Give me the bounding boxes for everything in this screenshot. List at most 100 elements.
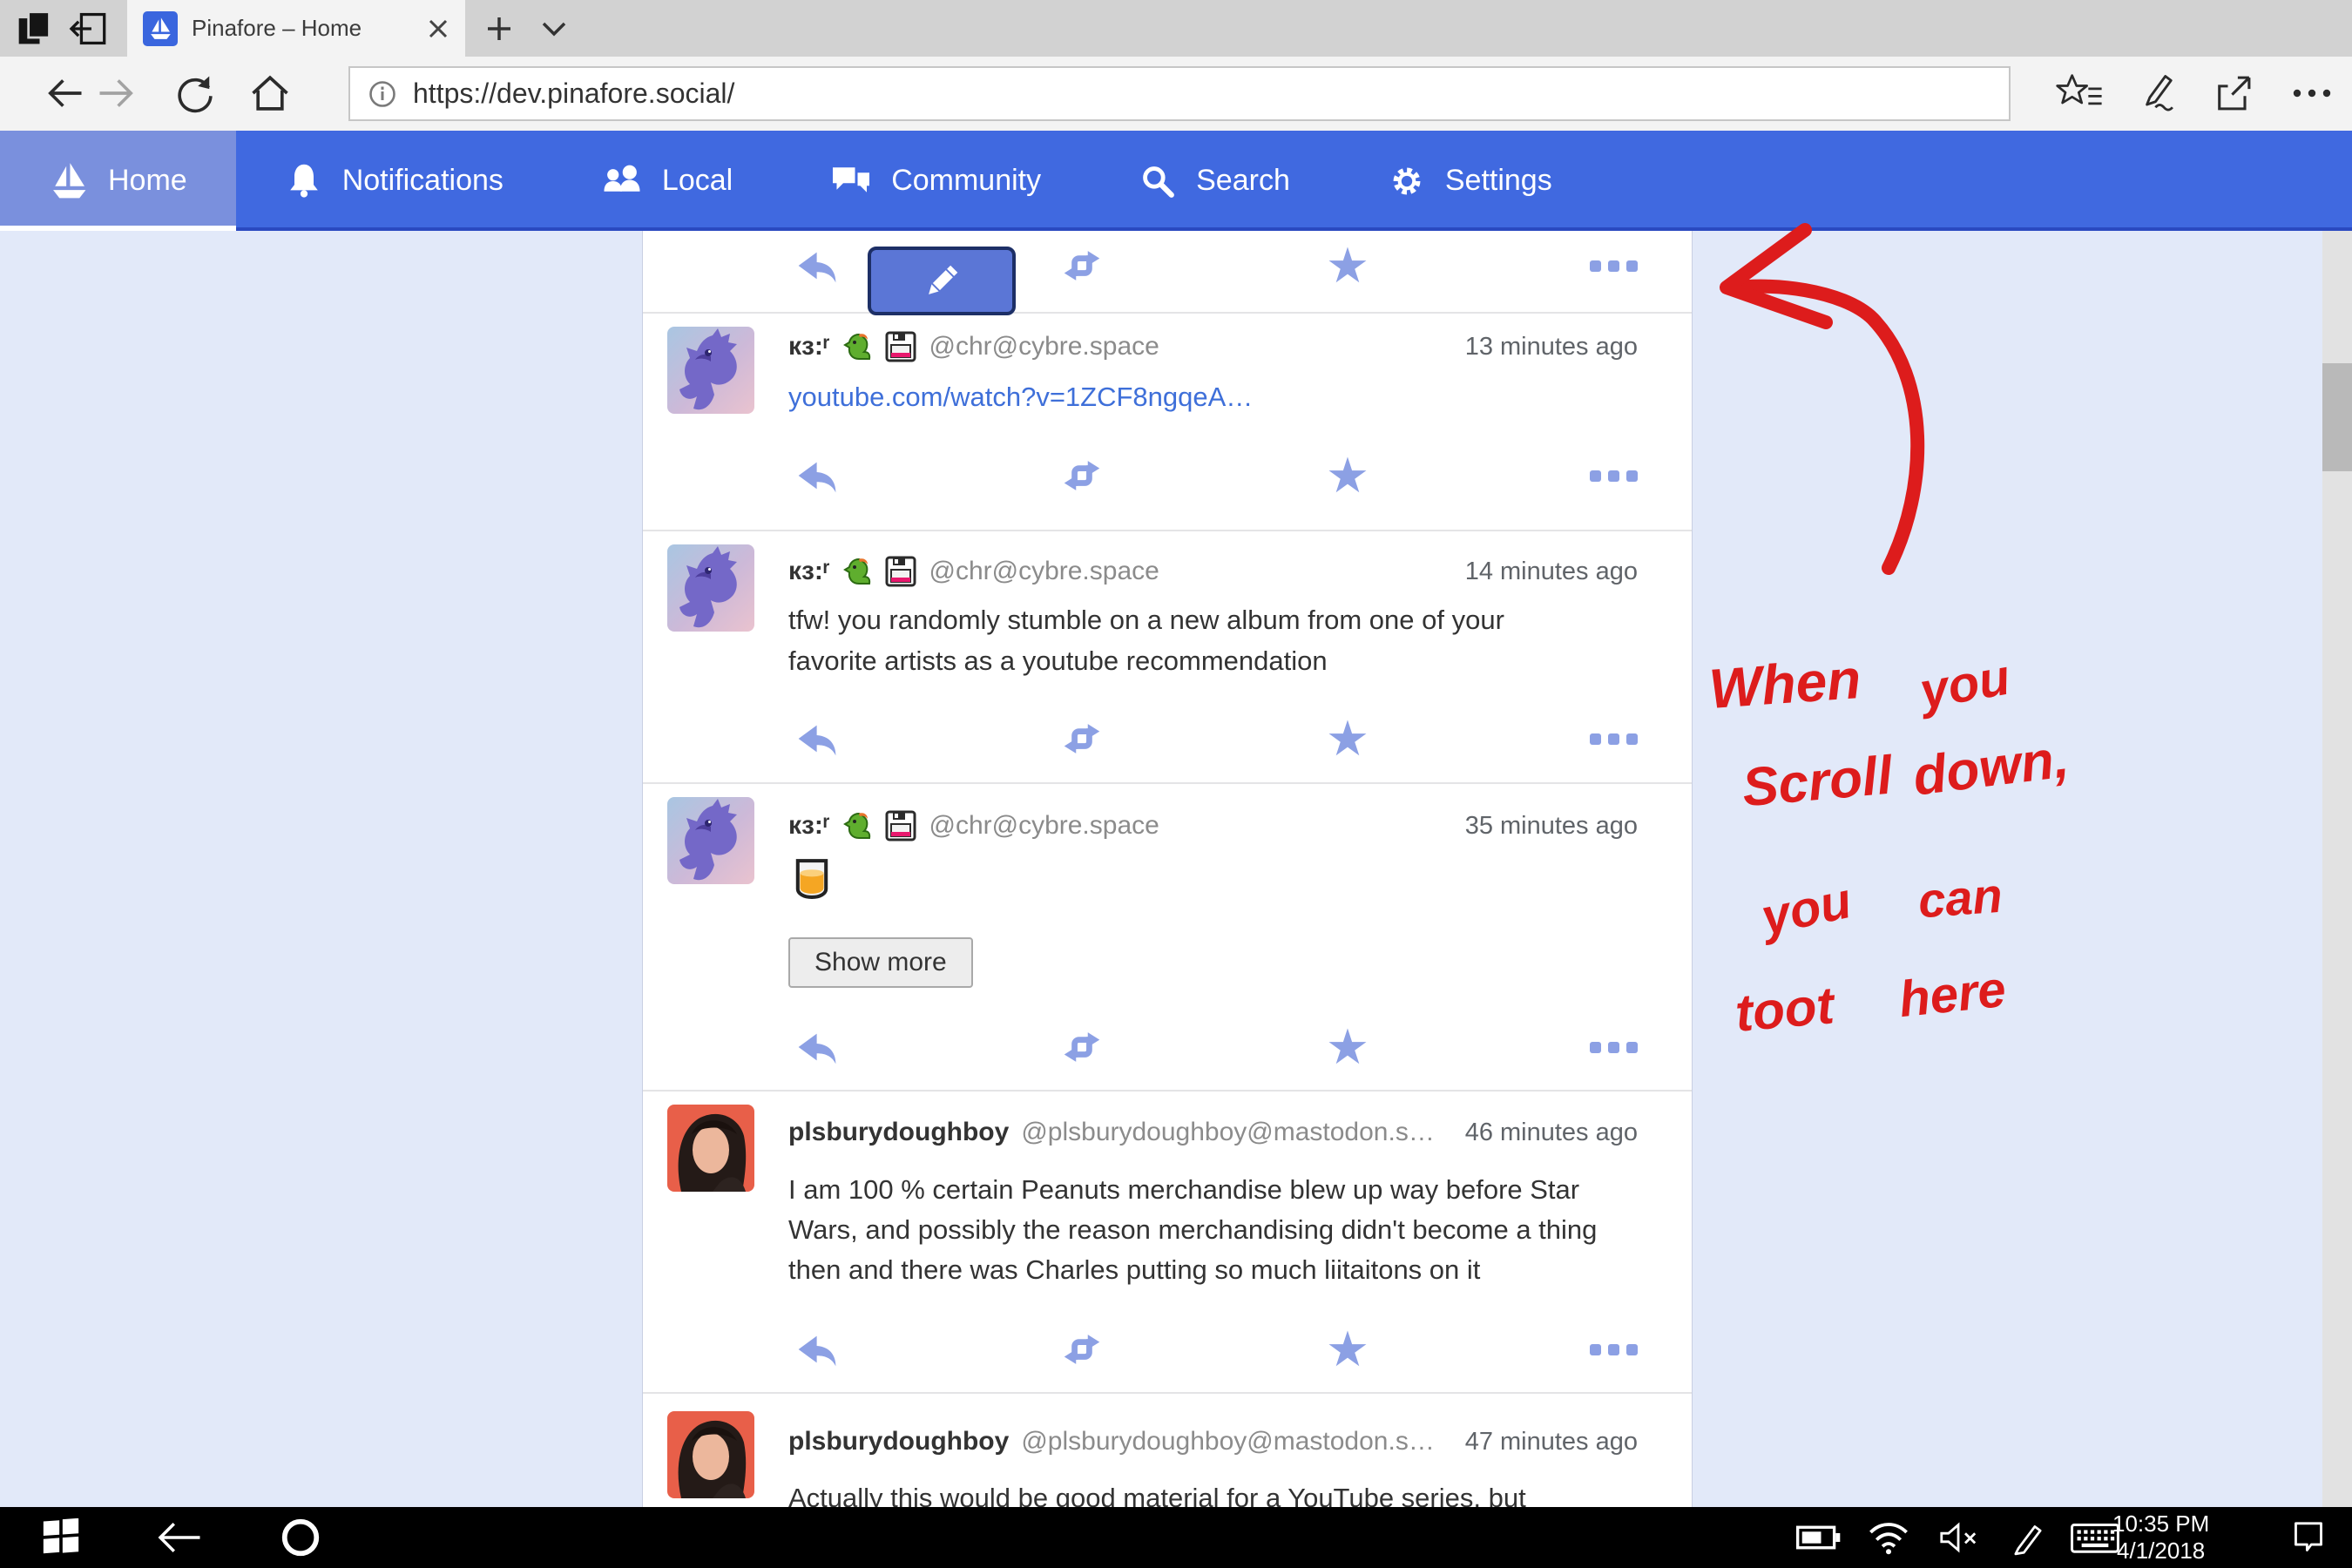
post[interactable]: plsburydoughboy @plsburydoughboy@mastodo… [643, 1092, 1692, 1394]
nav-item-settings[interactable]: Settings [1339, 131, 1601, 231]
post-time: 13 minutes ago [1465, 333, 1638, 362]
nav-label: Settings [1445, 164, 1552, 198]
tab-close-icon[interactable] [427, 17, 449, 40]
share-icon[interactable] [2207, 65, 2261, 121]
more-options-icon[interactable] [1586, 1323, 1640, 1375]
refresh-icon[interactable] [168, 65, 222, 121]
address-row: https://dev.pinafore.social/ [0, 57, 2352, 131]
scrollbar-thumb[interactable] [2322, 363, 2352, 471]
wifi-icon[interactable] [1860, 1507, 1917, 1568]
avatar[interactable] [667, 544, 754, 632]
post-header: кз:ʳ @chr@cybre.space 35 minutes ago [788, 810, 1638, 841]
post[interactable]: plsburydoughboy @plsburydoughboy@mastodo… [643, 1394, 1692, 1507]
reply-icon[interactable] [788, 449, 842, 502]
nav-item-search[interactable]: Search [1090, 131, 1339, 231]
display-name[interactable]: кз:ʳ [788, 811, 829, 841]
avatar[interactable] [667, 327, 754, 414]
favorite-icon[interactable]: ★ [1321, 449, 1375, 502]
floppy-disk-emoji [885, 810, 916, 841]
clock-time: 10:35 PM [2112, 1511, 2209, 1538]
boost-icon[interactable] [1055, 1323, 1109, 1375]
compose-toot-button[interactable] [868, 247, 1016, 315]
nav-item-community[interactable]: Community [781, 131, 1090, 231]
user-handle[interactable]: @chr@cybre.space [929, 557, 1159, 586]
post-body: youtube.com/watch?v=1ZCF8ngqeA… [788, 376, 1253, 417]
post-header: кз:ʳ @chr@cybre.space 14 minutes ago [788, 556, 1638, 587]
start-button[interactable] [26, 1507, 96, 1568]
back-icon[interactable] [37, 65, 91, 121]
boost-icon[interactable] [1055, 240, 1109, 292]
reply-icon[interactable] [788, 240, 842, 292]
display-name[interactable]: plsburydoughboy [788, 1427, 1009, 1456]
page-scrollbar[interactable] [2322, 231, 2352, 1507]
clock-date: 4/1/2018 [2117, 1538, 2205, 1565]
display-name[interactable]: кз:ʳ [788, 557, 829, 586]
cortana-icon[interactable] [261, 1507, 340, 1568]
settings-more-icon[interactable] [2285, 65, 2339, 121]
post[interactable]: кз:ʳ @chr@cybre.space 14 minutes ago tfw… [643, 531, 1692, 784]
forward-icon[interactable] [90, 65, 144, 121]
new-tab-icon[interactable] [475, 0, 524, 57]
pen-icon[interactable] [1999, 1507, 2057, 1568]
tab-preview-icon[interactable] [63, 0, 112, 57]
post-link[interactable]: youtube.com/watch?v=1ZCF8ngqeA… [788, 382, 1253, 412]
post[interactable]: кз:ʳ @chr@cybre.space 35 minutes ago Sho… [643, 784, 1692, 1092]
annotation-word: Scroll [1740, 745, 1895, 820]
boost-icon[interactable] [1055, 449, 1109, 502]
post-partial[interactable]: ★ [643, 231, 1692, 314]
nav-item-local[interactable]: Local [552, 131, 781, 231]
taskbar-clock[interactable]: 10:35 PM 4/1/2018 [2112, 1507, 2209, 1568]
content-warning-row [788, 854, 835, 901]
set-tabs-aside-icon[interactable] [10, 0, 59, 57]
reply-icon[interactable] [788, 713, 842, 765]
post-time: 14 minutes ago [1465, 558, 1638, 586]
more-options-icon[interactable] [1586, 240, 1640, 292]
user-handle[interactable]: @chr@cybre.space [929, 332, 1159, 362]
avatar[interactable] [667, 1411, 754, 1498]
post-header: plsburydoughboy @plsburydoughboy@mastodo… [788, 1427, 1638, 1456]
post-actions: ★ [788, 449, 1638, 502]
display-name[interactable]: plsburydoughboy [788, 1118, 1009, 1147]
address-bar[interactable]: https://dev.pinafore.social/ [348, 66, 2011, 121]
avatar[interactable] [667, 1105, 754, 1192]
pinafore-favicon-icon [143, 11, 178, 46]
more-options-icon[interactable] [1586, 713, 1640, 765]
home-icon[interactable] [243, 65, 297, 121]
site-info-icon[interactable] [368, 79, 397, 109]
volume-muted-icon[interactable] [1930, 1507, 1987, 1568]
favorite-icon[interactable]: ★ [1321, 713, 1375, 765]
favorite-icon[interactable]: ★ [1321, 1323, 1375, 1375]
screen: Pinafore – Home https://de [0, 0, 2352, 1568]
user-handle[interactable]: @plsburydoughboy@mastodon.s… [1021, 1118, 1435, 1147]
boost-icon[interactable] [1055, 713, 1109, 765]
battery-icon[interactable] [1790, 1507, 1848, 1568]
browser-tab[interactable]: Pinafore – Home [127, 0, 465, 57]
post-time: 46 minutes ago [1465, 1119, 1638, 1147]
favorite-icon[interactable]: ★ [1321, 1021, 1375, 1073]
favorites-hub-icon[interactable] [2053, 65, 2107, 121]
favorite-icon[interactable]: ★ [1321, 240, 1375, 292]
boost-icon[interactable] [1055, 1021, 1109, 1073]
show-more-button[interactable]: Show more [788, 937, 973, 988]
user-handle[interactable]: @chr@cybre.space [929, 811, 1159, 841]
action-center-icon[interactable] [2274, 1507, 2343, 1568]
dragon-emoji [841, 556, 873, 587]
web-note-pen-icon[interactable] [2130, 65, 2184, 121]
avatar[interactable] [667, 797, 754, 884]
tab-title: Pinafore – Home [192, 15, 413, 42]
post-time: 35 minutes ago [1465, 812, 1638, 841]
tab-list-chevron-icon[interactable] [530, 0, 578, 57]
reply-icon[interactable] [788, 1323, 842, 1375]
nav-item-notifications[interactable]: Notifications [236, 131, 552, 231]
more-options-icon[interactable] [1586, 449, 1640, 502]
people-icon [601, 162, 643, 200]
reply-icon[interactable] [788, 1021, 842, 1073]
taskbar-back-icon[interactable] [139, 1507, 218, 1568]
pencil-icon [922, 261, 962, 301]
display-name[interactable]: кз:ʳ [788, 332, 829, 362]
nav-item-home[interactable]: Home [0, 131, 236, 231]
user-handle[interactable]: @plsburydoughboy@mastodon.s… [1021, 1427, 1435, 1456]
more-options-icon[interactable] [1586, 1021, 1640, 1073]
dragon-emoji [841, 810, 873, 841]
post[interactable]: кз:ʳ @chr@cybre.space 13 minutes ago you… [643, 314, 1692, 531]
